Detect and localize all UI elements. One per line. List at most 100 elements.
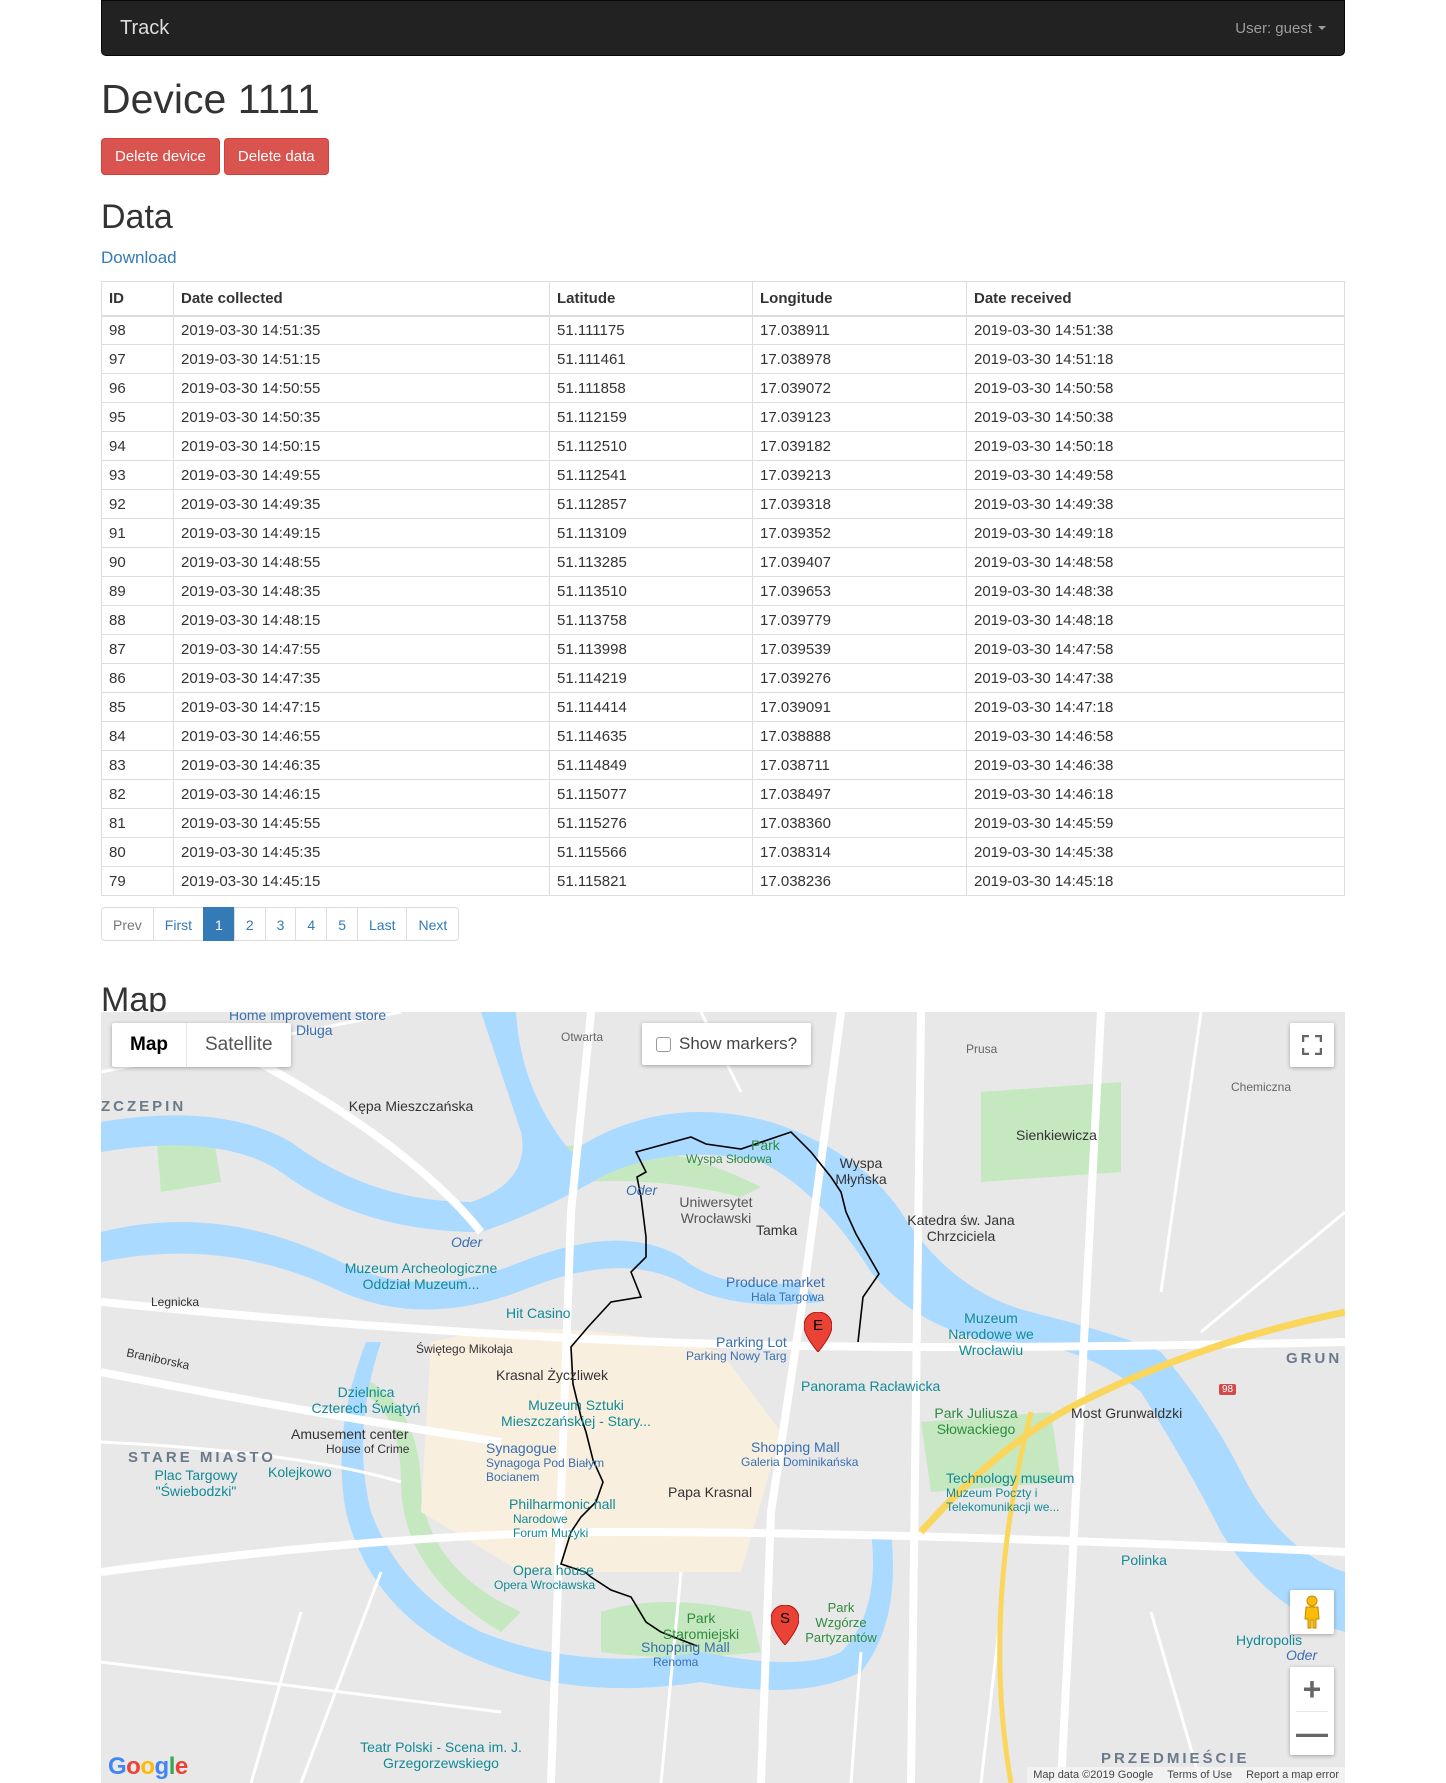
pagination-last[interactable]: Last (357, 907, 408, 942)
cell-date-collected: 2019-03-30 14:47:35 (173, 663, 550, 694)
pagination-4[interactable]: 4 (295, 907, 328, 942)
data-heading: Data (101, 198, 173, 237)
street-view-pegman[interactable] (1290, 1590, 1334, 1634)
map-label-uniwersytet: Uniwersytet Wrocławski (679, 1194, 753, 1226)
pagination-1[interactable]: 1 (203, 907, 235, 942)
cell-latitude: 51.115821 (549, 866, 753, 897)
delete-device-button[interactable]: Delete device (101, 138, 220, 176)
cell-latitude: 51.113285 (549, 547, 753, 578)
map-label-kepa: Kępa Mieszczańska (348, 1098, 474, 1114)
map-label-plac-targowy: Plac Targowy "Świebodzki" (154, 1467, 238, 1499)
brand-link[interactable]: Track (120, 17, 169, 40)
pagination-next[interactable]: Next (406, 907, 460, 942)
table-row: 80 2019-03-30 14:45:35 51.115566 17.038314 2… (101, 837, 1345, 868)
map-label-panorama: Panorama Racławicka (801, 1378, 941, 1394)
table-row: 95 2019-03-30 14:50:35 51.112159 17.039123 2… (101, 402, 1345, 433)
map-label-grun: GRUN (1286, 1350, 1343, 1367)
cell-date-received: 2019-03-30 14:51:18 (966, 344, 1345, 375)
map-label-park-juliusza: Park Juliusza Słowackiego (934, 1405, 1018, 1437)
pagination-2[interactable]: 2 (233, 907, 266, 942)
map-label-shopping-mall-renoma: Shopping Mall (641, 1639, 730, 1655)
end-marker-label: E (812, 1317, 823, 1334)
map-label-muzeum-narodowe: Muzeum Narodowe we Wrocławiu (948, 1310, 1034, 1358)
cell-id: 87 (101, 634, 174, 665)
table-row: 91 2019-03-30 14:49:15 51.113109 17.039352 2… (101, 518, 1345, 549)
fullscreen-button[interactable] (1290, 1023, 1334, 1067)
cell-longitude: 17.039539 (752, 634, 967, 665)
pagination-3[interactable]: 3 (264, 907, 297, 942)
cell-date-received: 2019-03-30 14:47:38 (966, 663, 1345, 694)
map-label-tamka: Tamka (756, 1222, 798, 1238)
navbar: Track User: guest (101, 0, 1345, 56)
cell-latitude: 51.113510 (549, 576, 753, 607)
table-row: 94 2019-03-30 14:50:15 51.112510 17.039182 2… (101, 431, 1345, 462)
zoom-out-button[interactable]: — (1290, 1711, 1334, 1755)
cell-longitude: 17.038911 (752, 315, 967, 346)
cell-latitude: 51.113998 (549, 634, 753, 665)
table-row: 93 2019-03-30 14:49:55 51.112541 17.039213 2… (101, 460, 1345, 491)
map-label-teatr-polski: Teatr Polski - Scena im. J. Grzegorzewsk… (360, 1739, 522, 1771)
map-label-muzeum-archeologiczne: Muzeum Archeologiczne Oddział Muzeum... (344, 1260, 498, 1292)
cell-date-collected: 2019-03-30 14:46:35 (173, 750, 550, 781)
column-header-date-collected: Date collected (173, 281, 550, 317)
cell-longitude: 17.039352 (752, 518, 967, 549)
table-row: 84 2019-03-30 14:46:55 51.114635 17.038888 2… (101, 721, 1345, 752)
pagination-prev[interactable]: Prev (101, 907, 154, 942)
delete-data-button[interactable]: Delete data (223, 138, 329, 176)
cell-date-collected: 2019-03-30 14:51:15 (173, 344, 550, 375)
device-actions: Delete device Delete data (101, 138, 1345, 176)
map-label-katedra: Katedra św. Jana Chrzciciela (907, 1212, 1015, 1244)
zoom-in-button[interactable]: + (1290, 1667, 1334, 1711)
cell-longitude: 17.039318 (752, 489, 967, 520)
map-type-satellite-button[interactable]: Satellite (187, 1023, 291, 1067)
map-label-dzielnica: Dzielnica Czterech Świątyń (311, 1384, 421, 1416)
map-label-prusa: Prusa (966, 1042, 998, 1056)
map-label-synagoga: Synagoga Pod Białym Bocianem (486, 1456, 605, 1484)
cell-id: 89 (101, 576, 174, 607)
pagination-5[interactable]: 5 (326, 907, 358, 942)
report-map-error-link[interactable]: Report a map error (1246, 1767, 1339, 1783)
cell-id: 90 (101, 547, 174, 578)
map-label-synagogue: Synagogue (486, 1440, 557, 1456)
cell-id: 93 (101, 460, 174, 491)
table-body: 98 2019-03-30 14:51:35 51.111175 17.038911 2… (101, 315, 1345, 897)
column-header-latitude: Latitude (549, 281, 753, 317)
cell-date-received: 2019-03-30 14:50:38 (966, 402, 1345, 433)
cell-id: 82 (101, 779, 174, 810)
column-header-id: ID (101, 281, 174, 317)
cell-latitude: 51.112541 (549, 460, 753, 491)
cell-latitude: 51.114849 (549, 750, 753, 781)
cell-id: 98 (101, 315, 174, 346)
map-type-map-button[interactable]: Map (112, 1023, 187, 1067)
map-label-krasnal: Krasnal Życzliwek (496, 1367, 609, 1383)
route-98-badge: 98 (1219, 1384, 1237, 1395)
map-canvas[interactable]: Home improvement store Długa Otwarta Pru… (101, 1012, 1345, 1783)
map-label-opera-house: Opera house (513, 1562, 594, 1578)
cell-id: 84 (101, 721, 174, 752)
table-row: 81 2019-03-30 14:45:55 51.115276 17.038360 2… (101, 808, 1345, 839)
map-label-renoma: Renoma (653, 1655, 699, 1669)
map-label-legnicka: Legnicka (151, 1295, 200, 1309)
minus-icon: — (1296, 1714, 1328, 1751)
cell-date-collected: 2019-03-30 14:47:55 (173, 634, 550, 665)
table-row: 88 2019-03-30 14:48:15 51.113758 17.039779 2… (101, 605, 1345, 636)
table-row: 98 2019-03-30 14:51:35 51.111175 17.038911 2… (101, 315, 1345, 346)
end-marker[interactable]: E (803, 1311, 833, 1353)
cell-date-collected: 2019-03-30 14:50:15 (173, 431, 550, 462)
download-link[interactable]: Download (101, 248, 177, 268)
pagination-first[interactable]: First (152, 907, 205, 942)
cell-latitude: 51.113758 (549, 605, 753, 636)
terms-of-use-link[interactable]: Terms of Use (1167, 1767, 1232, 1783)
start-marker[interactable]: S (770, 1604, 800, 1646)
cell-longitude: 17.038236 (752, 866, 967, 897)
cell-date-collected: 2019-03-30 14:46:55 (173, 721, 550, 752)
cell-longitude: 17.038497 (752, 779, 967, 810)
map-label-parking-nowy-targ: Parking Nowy Targ (686, 1349, 787, 1363)
show-markers-checkbox[interactable] (656, 1036, 671, 1052)
cell-date-received: 2019-03-30 14:50:18 (966, 431, 1345, 462)
cell-date-received: 2019-03-30 14:51:38 (966, 315, 1345, 346)
map-label-zczepin: ZCZEPIN (101, 1098, 187, 1115)
user-menu-dropdown[interactable]: User: guest (1235, 20, 1326, 37)
cell-latitude: 51.111858 (549, 373, 753, 404)
show-markers-control[interactable]: Show markers? (642, 1023, 812, 1065)
